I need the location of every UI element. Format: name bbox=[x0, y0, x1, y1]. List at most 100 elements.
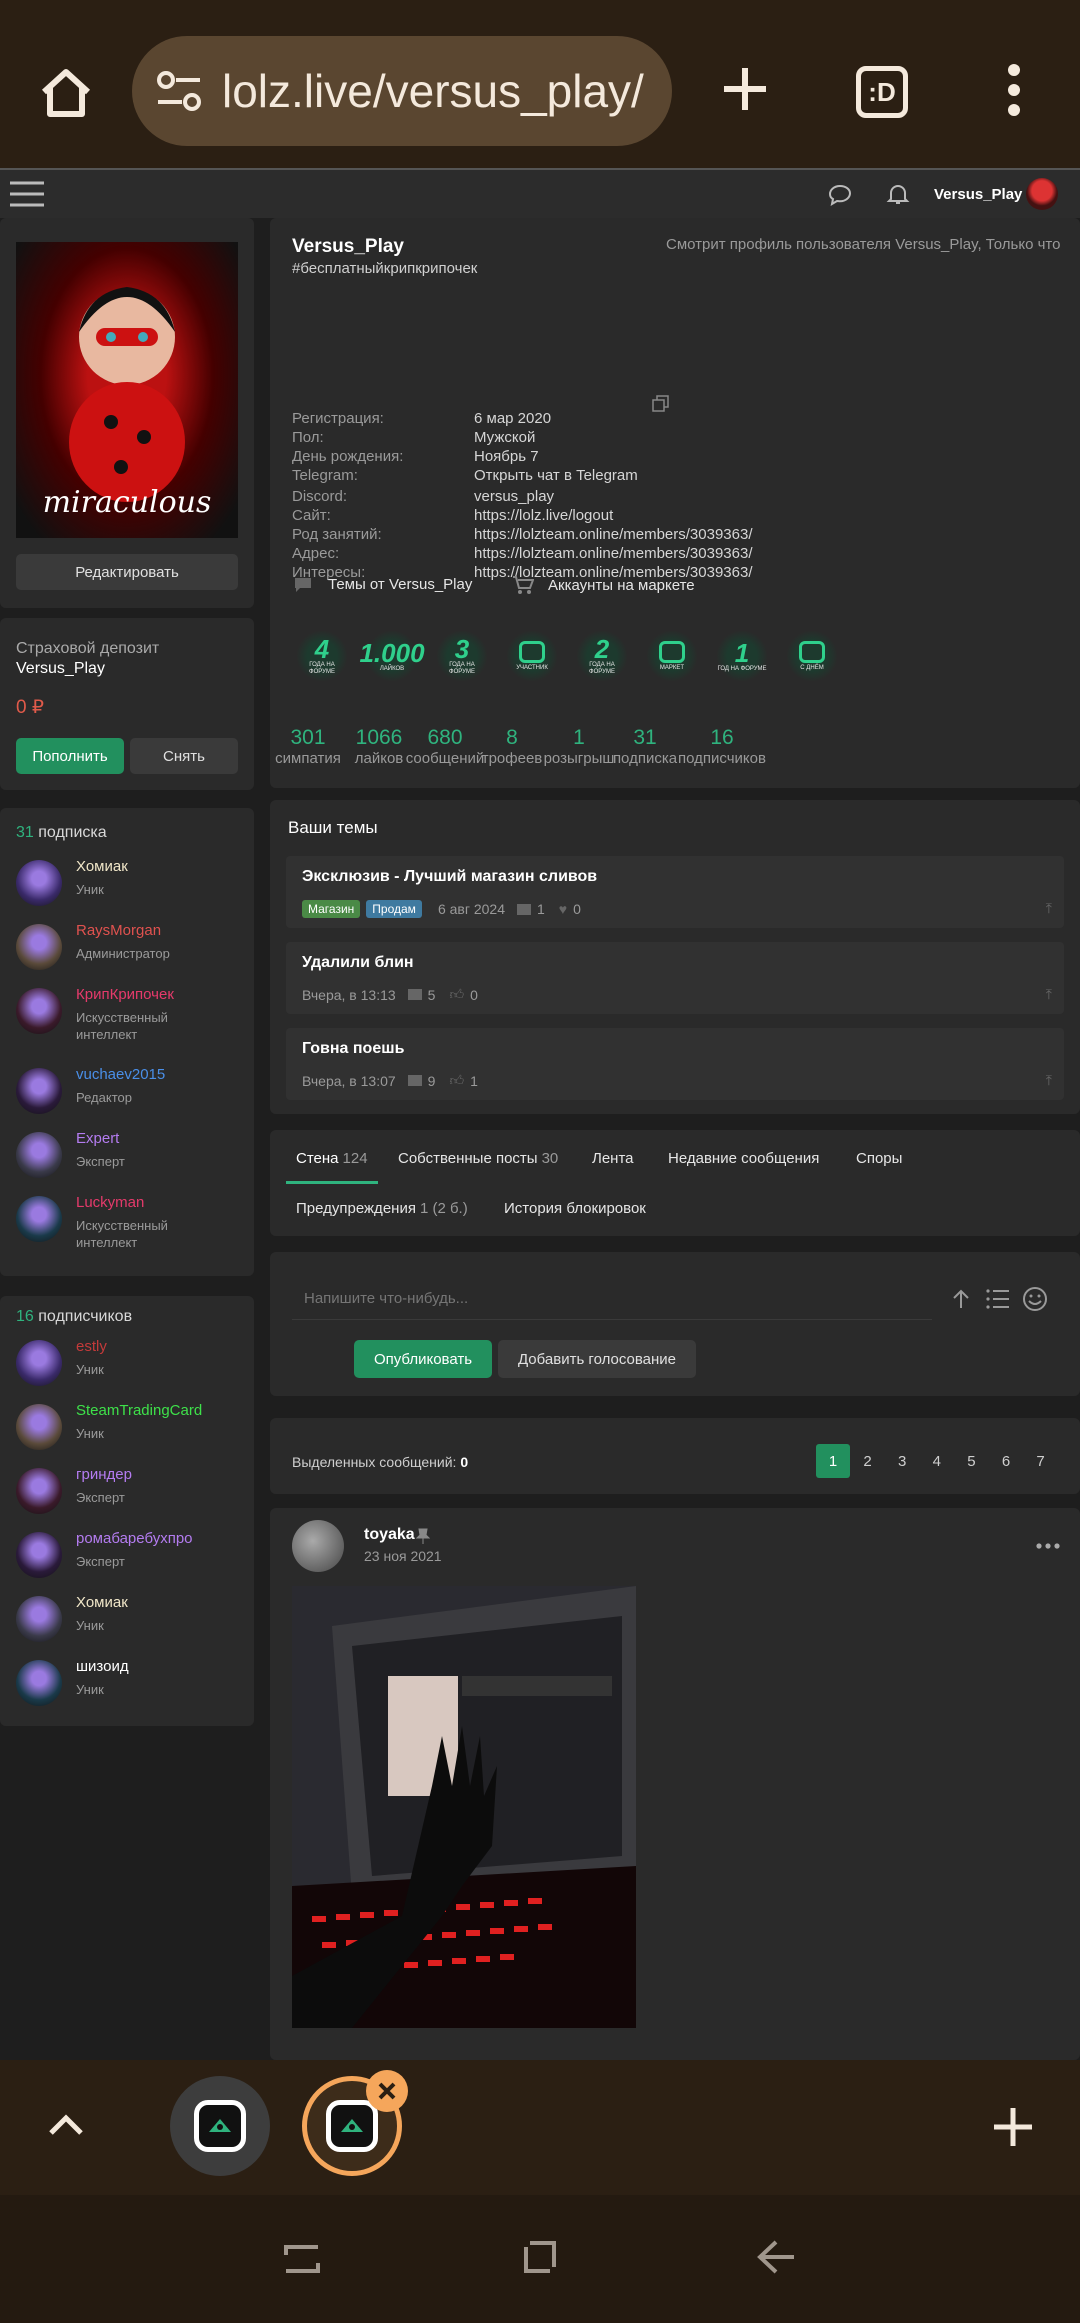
home-nav-icon[interactable] bbox=[522, 2239, 558, 2280]
topup-button[interactable]: Пополнить bbox=[16, 738, 124, 774]
recent-apps-icon[interactable] bbox=[284, 2241, 320, 2282]
post-more-icon[interactable] bbox=[1036, 1536, 1060, 1554]
like-count: 0 bbox=[573, 901, 581, 917]
pin-topic-icon[interactable]: ⤒ bbox=[1046, 900, 1052, 917]
page-link[interactable]: 5 bbox=[954, 1444, 988, 1478]
topic-item[interactable]: Эксклюзив - Лучший магазин сливов Магазин… bbox=[286, 856, 1064, 928]
wall-post-input[interactable] bbox=[292, 1278, 932, 1320]
close-tab-icon[interactable] bbox=[366, 2070, 408, 2112]
profile-tab[interactable]: Споры bbox=[856, 1150, 902, 1167]
field-value[interactable]: Открыть чат в Telegram bbox=[474, 467, 638, 484]
page-link[interactable]: 4 bbox=[920, 1444, 954, 1478]
subscriptions-header[interactable]: 31 подписка bbox=[16, 824, 107, 842]
page-link[interactable]: 7 bbox=[1024, 1444, 1058, 1478]
back-nav-icon[interactable] bbox=[756, 2239, 796, 2280]
pin-topic-icon[interactable]: ⤒ bbox=[1046, 1072, 1052, 1089]
upload-icon[interactable] bbox=[950, 1288, 972, 1315]
edit-profile-button[interactable]: Редактировать bbox=[16, 554, 238, 590]
add-poll-button[interactable]: Добавить голосование bbox=[498, 1340, 696, 1378]
followers-header[interactable]: 16 подписчиков bbox=[16, 1308, 132, 1326]
trophy-badge[interactable]: 1 ГОД НА ФОРУМЕ bbox=[716, 630, 768, 682]
trophy-badge[interactable]: 1.000 ЛАЙКОВ bbox=[359, 630, 425, 682]
trophy-badge[interactable]: 2 ГОДА НА ФОРУМЕ bbox=[576, 630, 628, 682]
user-list-item[interactable]: estly Уник bbox=[16, 1338, 246, 1386]
badge-main: 1.000 bbox=[359, 637, 425, 668]
list-icon[interactable] bbox=[986, 1288, 1010, 1315]
topic-tag[interactable]: Продам bbox=[366, 900, 422, 918]
user-info: estly Уник bbox=[76, 1338, 196, 1378]
post-author[interactable]: toyaka bbox=[364, 1526, 415, 1544]
user-list-item[interactable]: КрипКрипочек Искусственный интеллект bbox=[16, 986, 246, 1043]
url-bar[interactable]: lolz.live/versus_play/ bbox=[132, 36, 672, 146]
home-icon[interactable] bbox=[38, 64, 94, 120]
tab-thumbnail-1[interactable] bbox=[170, 2076, 270, 2176]
more-menu-icon[interactable] bbox=[1004, 62, 1024, 123]
pin-topic-icon[interactable]: ⤒ bbox=[1046, 986, 1052, 1003]
telegram-copy-icon[interactable] bbox=[652, 395, 670, 418]
user-avatar[interactable] bbox=[1026, 178, 1058, 210]
page-link[interactable]: 3 bbox=[885, 1444, 919, 1478]
user-list-item[interactable]: RaysMorgan Администратор bbox=[16, 922, 246, 970]
user-role: Эксперт bbox=[76, 1154, 125, 1169]
user-list-item[interactable]: Luckyman Искусственный интеллект bbox=[16, 1194, 246, 1251]
user-list-item[interactable]: SteamTradingCard Уник bbox=[16, 1402, 246, 1450]
topic-item[interactable]: Удалили блин Вчера, в 13:13 5 👍︎ 0 ⤒ bbox=[286, 942, 1064, 1014]
hamburger-menu-icon[interactable] bbox=[10, 180, 44, 213]
topic-title[interactable]: Удалили блин bbox=[302, 954, 414, 972]
topic-item[interactable]: Говна поешь Вчера, в 13:07 9 👍︎ 1 ⤒ bbox=[286, 1028, 1064, 1100]
collapse-icon[interactable] bbox=[48, 2112, 84, 2141]
topic-title[interactable]: Говна поешь bbox=[302, 1040, 404, 1058]
user-list-item[interactable]: Хомиак Уник bbox=[16, 1594, 246, 1642]
badge-icon bbox=[519, 640, 545, 663]
profile-tab[interactable]: История блокировок bbox=[504, 1200, 646, 1217]
user-avatar bbox=[16, 1596, 62, 1642]
user-list-item[interactable]: ромабаребухпро Эксперт bbox=[16, 1530, 246, 1578]
post-author-avatar[interactable] bbox=[292, 1520, 344, 1572]
page-link[interactable]: 1 bbox=[816, 1444, 850, 1478]
user-list-item[interactable]: Хомиак Уник bbox=[16, 858, 246, 906]
profile-tab[interactable]: Предупреждения 1 (2 б.) bbox=[296, 1200, 468, 1217]
trophy-badge[interactable]: УЧАСТНИК bbox=[506, 630, 558, 682]
post-image[interactable] bbox=[292, 1586, 636, 2028]
site-settings-icon[interactable] bbox=[156, 70, 202, 125]
emoji-icon[interactable] bbox=[1022, 1286, 1048, 1317]
profile-tab[interactable]: Лента bbox=[592, 1150, 634, 1167]
add-tab-icon[interactable] bbox=[992, 2106, 1034, 2153]
user-name: Luckyman bbox=[76, 1194, 145, 1211]
like-count: 0 bbox=[470, 986, 478, 1003]
tab-switcher-button[interactable]: :D bbox=[856, 66, 908, 118]
user-name: Хомиак bbox=[76, 858, 128, 875]
user-avatar bbox=[16, 1340, 62, 1386]
trophy-badge[interactable]: 3 ГОДА НА ФОРУМЕ bbox=[436, 630, 488, 682]
topics-link[interactable]: Темы от Versus_Play bbox=[294, 576, 472, 593]
trophy-badge[interactable]: 4 ГОДА НА ФОРУМЕ bbox=[296, 630, 348, 682]
trophy-badge[interactable]: МАРКЕТ bbox=[646, 630, 698, 682]
market-link[interactable]: Аккаунты на маркете bbox=[512, 576, 695, 594]
messages-icon[interactable] bbox=[828, 184, 852, 211]
reply-count: 1 bbox=[536, 901, 545, 917]
user-list-item[interactable]: шизоид Уник bbox=[16, 1658, 246, 1706]
user-avatar bbox=[16, 1404, 62, 1450]
notifications-icon[interactable] bbox=[886, 182, 910, 211]
field-value[interactable]: https://lolzteam.online/members/3039363/ bbox=[474, 545, 753, 562]
topic-tag[interactable]: Магазин bbox=[302, 900, 361, 918]
user-list-item[interactable]: гриндер Эксперт bbox=[16, 1466, 246, 1514]
current-username[interactable]: Versus_Play bbox=[934, 186, 1022, 203]
field-value[interactable]: https://lolz.live/logout bbox=[474, 507, 613, 524]
user-avatar bbox=[16, 1196, 62, 1242]
user-list-item[interactable]: vuchaev2015 Редактор bbox=[16, 1066, 246, 1114]
page-link[interactable]: 6 bbox=[989, 1444, 1023, 1478]
tab-label: Лента bbox=[592, 1150, 634, 1167]
withdraw-button[interactable]: Снять bbox=[130, 738, 238, 774]
profile-tab[interactable]: Недавние сообщения bbox=[668, 1150, 819, 1167]
topic-title[interactable]: Эксклюзив - Лучший магазин сливов bbox=[302, 868, 597, 886]
trophy-badge[interactable]: С ДНЁМ bbox=[786, 630, 838, 682]
publish-button[interactable]: Опубликовать bbox=[354, 1340, 492, 1378]
page-link[interactable]: 2 bbox=[851, 1444, 885, 1478]
profile-tab[interactable]: Собственные посты 30 bbox=[398, 1150, 558, 1167]
user-list-item[interactable]: Expert Эксперт bbox=[16, 1130, 246, 1178]
new-tab-icon[interactable] bbox=[720, 64, 770, 119]
profile-tab[interactable]: Стена 124 bbox=[296, 1150, 368, 1167]
stat-item[interactable]: 16 подписчиков bbox=[677, 726, 767, 767]
field-value[interactable]: https://lolzteam.online/members/3039363/ bbox=[474, 526, 753, 543]
